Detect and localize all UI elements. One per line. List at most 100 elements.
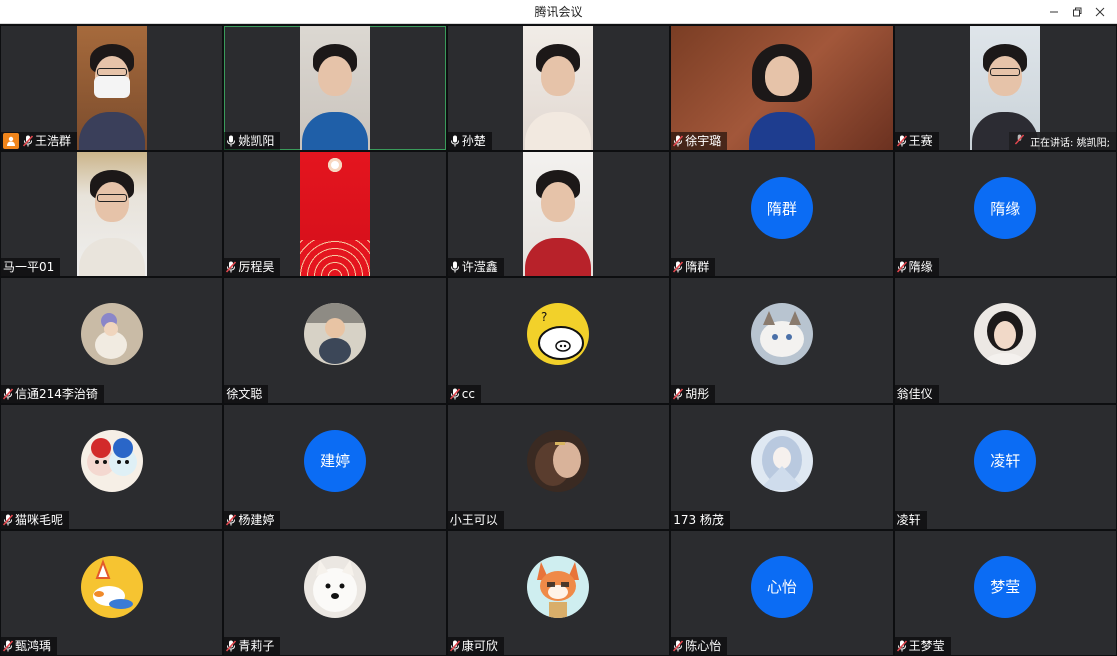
host-icon — [3, 133, 19, 150]
face-mask — [93, 76, 130, 98]
mic-muted-icon — [23, 135, 33, 147]
name-tag: 胡彤 — [671, 384, 716, 403]
participant-tile[interactable]: 猫咪毛呢 — [1, 404, 223, 529]
name-tag: 徐宇璐 — [671, 132, 728, 151]
name-tag: 凌轩 — [894, 510, 927, 529]
participant-tile[interactable]: 心怡陈心怡 — [671, 530, 893, 655]
participant-video — [523, 26, 594, 151]
name-tag: 王梦莹 — [894, 636, 951, 655]
person-body — [78, 112, 145, 151]
participant-name: 猫咪毛呢 — [15, 512, 64, 527]
participant-tile[interactable]: 甄鸿瑀 — [1, 530, 223, 655]
participant-tile[interactable]: 凌轩 凌轩 — [894, 404, 1116, 529]
name-tag: 隋缘 — [894, 258, 939, 277]
decor-border — [300, 240, 371, 277]
mic-muted-icon — [3, 514, 13, 526]
mic-on-icon — [450, 261, 460, 273]
girl-photo-icon — [974, 303, 1037, 366]
duck-cartoon-icon — [80, 555, 143, 618]
name-tag: 康可欣 — [447, 636, 504, 655]
name-tag: 王浩群 — [1, 132, 78, 151]
participant-tile[interactable]: 建婷 杨建婷 — [224, 404, 446, 529]
participant-tile[interactable]: 徐宇璐 — [671, 26, 893, 151]
opera-mask-icon — [80, 429, 143, 492]
mic-muted-icon — [1014, 134, 1025, 148]
name-tag: 173 杨茂 — [671, 510, 730, 529]
name-tag: 马一平01 — [1, 258, 61, 277]
participant-grid: 王浩群 姚凯阳 孙楚 徐宇璐 王赛 正在讲话: 姚凯阳; 马一平01 厉程昊 许滢鑫 隋群 隋群 隋缘… — [0, 25, 1117, 656]
participant-tile[interactable]: 信通214李治锜 — [1, 278, 223, 403]
person-body — [302, 112, 369, 151]
participant-name: 凌轩 — [896, 512, 921, 527]
participant-tile[interactable]: 许滢鑫 — [447, 152, 670, 277]
name-tag: 陈心怡 — [671, 636, 728, 655]
child-photo-icon — [80, 303, 143, 366]
restore-icon[interactable] — [1065, 0, 1088, 24]
participant-tile[interactable]: 姚凯阳 — [224, 26, 446, 151]
participant-video — [300, 26, 371, 151]
mic-muted-icon — [896, 261, 907, 273]
participant-tile[interactable]: 康可欣 — [447, 530, 670, 655]
mic-muted-icon — [673, 388, 684, 400]
person-face — [764, 56, 799, 96]
mic-on-icon — [226, 135, 236, 147]
mic-muted-icon — [3, 640, 13, 652]
participant-tile[interactable]: 王浩群 — [1, 26, 223, 151]
name-tag: 猫咪毛呢 — [1, 510, 70, 529]
participant-tile[interactable]: 马一平01 — [1, 152, 223, 277]
flower-icon — [328, 158, 343, 173]
participant-tile[interactable]: 173 杨茂 — [671, 404, 893, 529]
glasses — [96, 68, 127, 76]
participant-name: 陈心怡 — [685, 638, 722, 653]
participant-tile[interactable]: 梦莹王梦莹 — [894, 530, 1116, 655]
participant-tile[interactable]: 徐文聪 — [224, 278, 446, 403]
svg-text:?: ? — [541, 310, 547, 324]
participant-tile[interactable]: 隋群 隋群 — [671, 152, 893, 277]
text-avatar: 隋群 — [750, 177, 813, 240]
text-avatar: 梦莹 — [974, 555, 1037, 618]
mic-muted-icon — [673, 135, 684, 147]
participant-tile[interactable]: 孙楚 — [447, 26, 670, 151]
participant-tile[interactable]: 厉程昊 — [224, 152, 446, 277]
name-tag: 姚凯阳 — [224, 132, 281, 151]
name-tag: 小王可以 — [447, 510, 504, 529]
anime-girl-icon — [750, 429, 813, 492]
minimize-icon[interactable] — [1042, 0, 1065, 24]
mic-muted-icon — [896, 640, 907, 652]
dog-photo-icon — [304, 555, 367, 618]
person-body — [525, 238, 592, 277]
window-controls — [1042, 0, 1111, 24]
participant-video — [300, 152, 371, 277]
participant-video — [76, 152, 147, 277]
participant-tile[interactable]: 胡彤 — [671, 278, 893, 403]
cat-photo-icon — [750, 303, 813, 366]
participant-tile[interactable]: ? cc — [447, 278, 670, 403]
mic-on-icon — [450, 135, 460, 147]
participant-name: 小王可以 — [449, 512, 498, 527]
mic-muted-icon — [226, 514, 237, 526]
hug-photo-icon — [527, 429, 590, 492]
name-tag: 王赛 — [894, 132, 939, 151]
participant-name: 王梦莹 — [908, 638, 945, 653]
speaking-indicator: 正在讲话: 姚凯阳; — [1009, 132, 1116, 151]
mic-muted-icon — [449, 388, 460, 400]
participant-tile[interactable]: 隋缘 隋缘 — [894, 152, 1116, 277]
person-face — [988, 56, 1023, 96]
window-title: 腾讯会议 — [534, 5, 583, 19]
text-avatar: 心怡 — [750, 555, 813, 618]
participant-tile[interactable]: 小王可以 — [447, 404, 670, 529]
close-icon[interactable] — [1088, 0, 1111, 24]
mic-muted-icon — [449, 640, 460, 652]
pig-cartoon-icon: ? — [527, 303, 590, 366]
participant-name: 173 杨茂 — [673, 512, 724, 527]
participant-name: 青莉子 — [238, 638, 275, 653]
participant-name: 信通214李治锜 — [15, 386, 98, 401]
participant-name: 康可欣 — [461, 638, 498, 653]
participant-name: 王浩群 — [35, 134, 72, 149]
name-tag: 孙楚 — [447, 132, 492, 151]
participant-tile[interactable]: 王赛 正在讲话: 姚凯阳; — [894, 26, 1116, 151]
text-avatar: 建婷 — [304, 429, 367, 492]
person-body — [78, 238, 145, 277]
participant-tile[interactable]: 翁佳仪 — [894, 278, 1116, 403]
participant-tile[interactable]: 青莉子 — [224, 530, 446, 655]
